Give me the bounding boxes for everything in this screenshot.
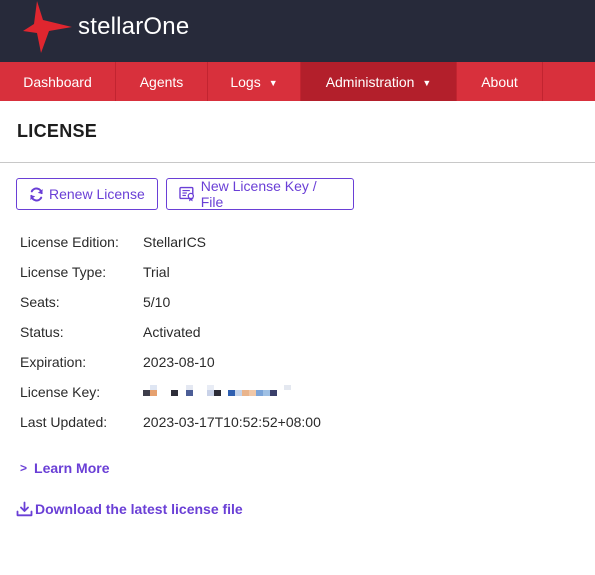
status-label: Status:: [20, 324, 64, 340]
nav-item-label: About: [481, 73, 518, 90]
learn-more-label: Learn More: [34, 460, 110, 476]
license-type-value: Trial: [143, 264, 170, 280]
last-updated-label: Last Updated:: [20, 414, 108, 430]
license-key-label: License Key:: [20, 384, 101, 400]
nav-item-label: Administration: [325, 73, 415, 90]
download-license-link[interactable]: Download the latest license file: [16, 501, 243, 517]
download-icon: [16, 501, 33, 517]
nav-item-administration[interactable]: Administration ▼: [301, 62, 457, 101]
expiration-value: 2023-08-10: [143, 354, 215, 370]
nav-item-about[interactable]: About: [457, 62, 543, 101]
nav-item-agents[interactable]: Agents: [116, 62, 208, 101]
nav-item-label: Logs: [230, 73, 261, 90]
new-license-key-label: New License Key / File: [200, 178, 317, 210]
last-updated-value: 2023-03-17T10:52:52+08:00: [143, 414, 321, 430]
expiration-label: Expiration:: [20, 354, 87, 370]
nav-item-label: Dashboard: [23, 73, 92, 90]
star-logo-icon: [23, 1, 72, 53]
learn-more-link[interactable]: > Learn More: [20, 460, 109, 476]
renew-license-button[interactable]: Renew License: [16, 178, 158, 210]
download-license-label: Download the latest license file: [35, 501, 243, 517]
license-type-label: License Type:: [20, 264, 107, 280]
title-divider: [0, 162, 595, 163]
nav-item-dashboard[interactable]: Dashboard: [0, 62, 116, 101]
seats-value: 5/10: [143, 294, 171, 310]
chevron-right-icon: >: [20, 461, 28, 475]
main-nav: Dashboard Agents Logs ▼ Administration ▼…: [0, 62, 595, 101]
renew-license-label: Renew License: [49, 186, 145, 202]
caret-down-icon: ▼: [422, 77, 432, 88]
status-value: Activated: [143, 324, 201, 340]
nav-item-logs[interactable]: Logs ▼: [208, 62, 301, 101]
page-title: LICENSE: [17, 121, 98, 141]
new-license-key-button[interactable]: New License Key / File: [166, 178, 354, 210]
seats-label: Seats:: [20, 294, 60, 310]
license-edition-label: License Edition:: [20, 234, 119, 250]
brand-name: stellarOne: [78, 13, 190, 40]
caret-down-icon: ▼: [268, 77, 278, 88]
license-edition-value: StellarICS: [143, 234, 207, 250]
nav-item-label: Agents: [139, 73, 184, 90]
app-header: stellarOne: [0, 0, 595, 62]
license-certificate-icon: [179, 186, 195, 202]
license-key-redacted: [143, 385, 303, 397]
refresh-icon: [30, 187, 43, 201]
